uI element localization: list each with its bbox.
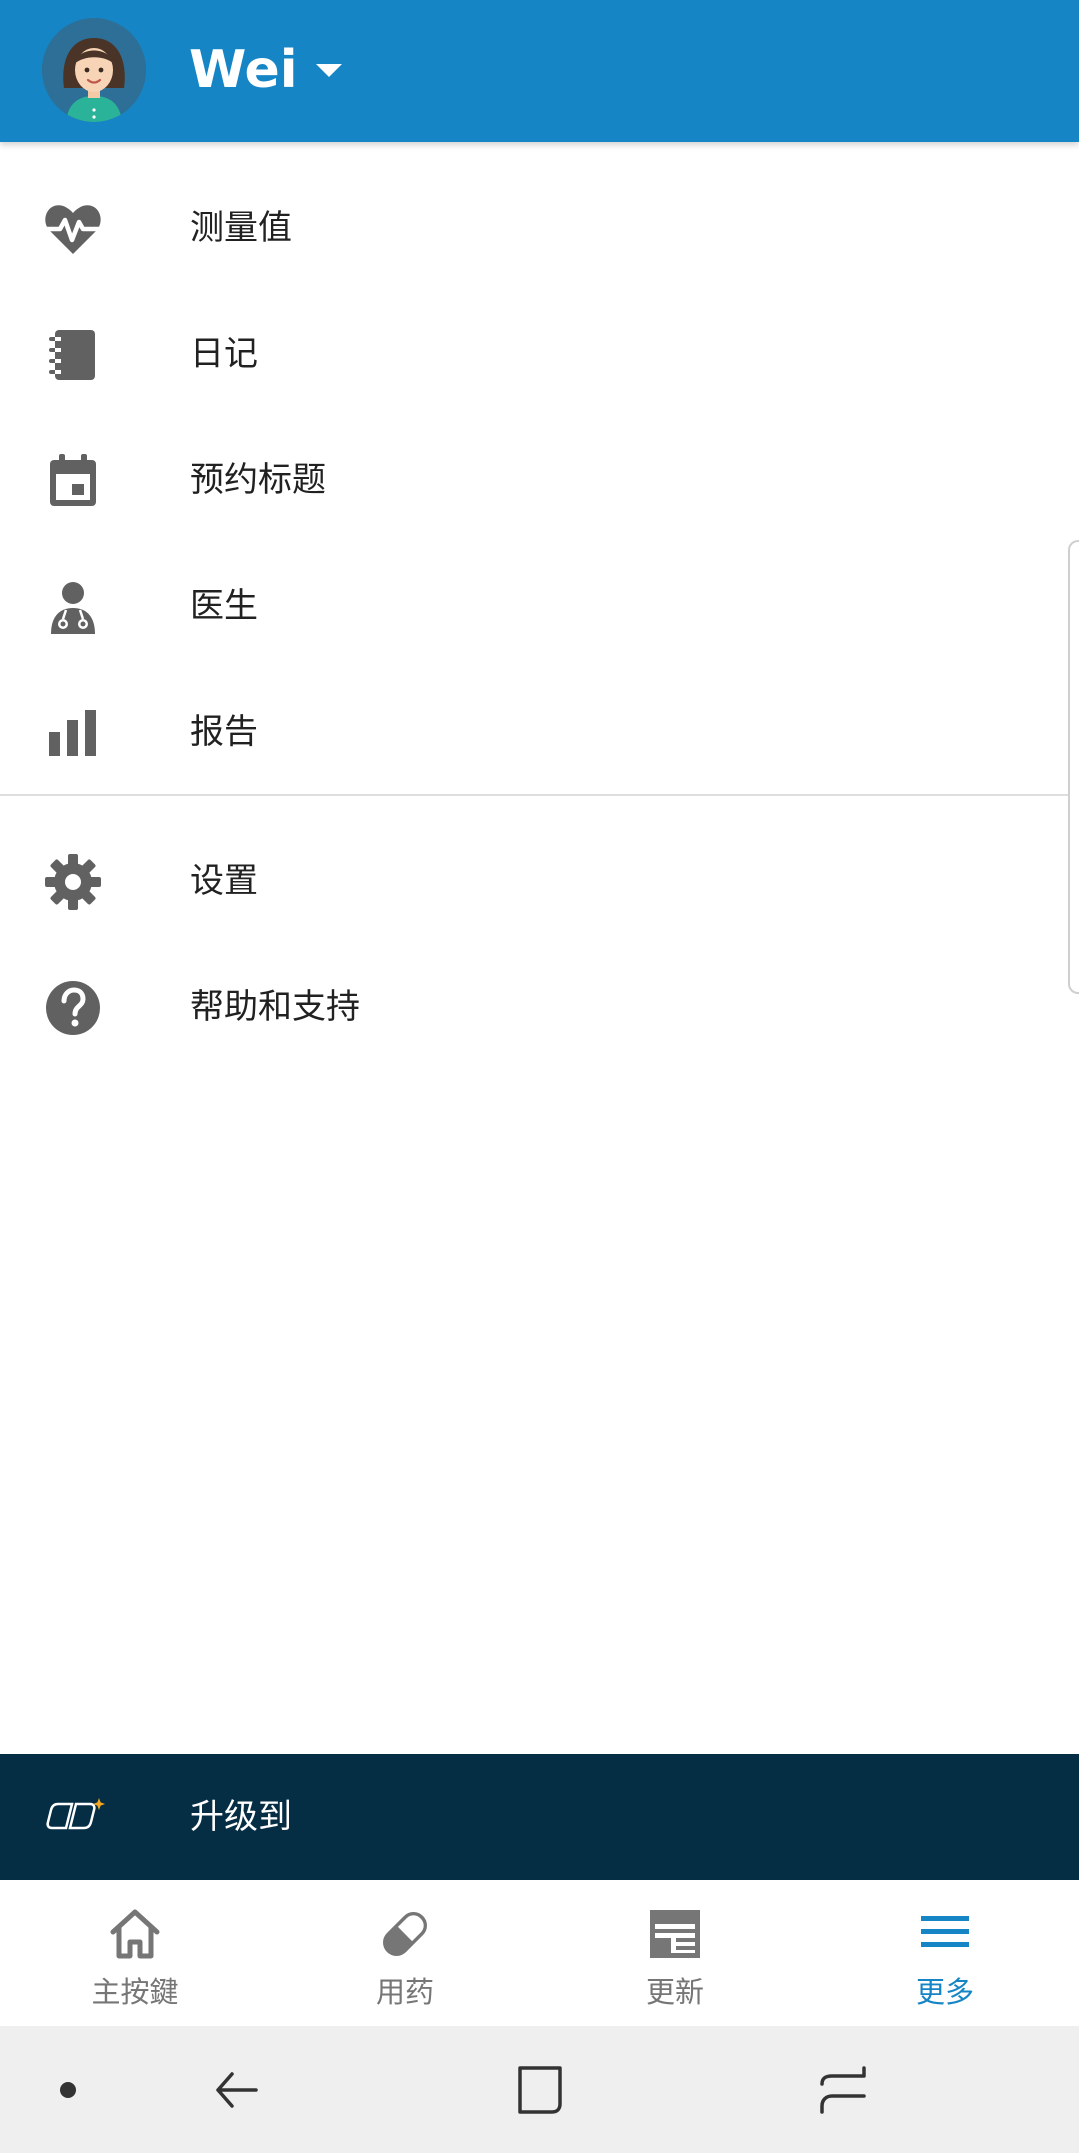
heartbeat-icon <box>42 198 104 260</box>
upgrade-label: 升级到 <box>190 1797 292 1837</box>
notebook-icon <box>42 324 104 386</box>
app-screen: Wei 测量值 日记 预约标题 医生 报告 设置 帮助和支持 升级到 主按鍵 用… <box>0 0 1079 2153</box>
recents-icon[interactable] <box>506 2056 574 2124</box>
premium-logo-icon <box>44 1796 106 1836</box>
pill-icon <box>375 1904 435 1964</box>
profile-name[interactable]: Wei <box>189 36 298 104</box>
menu-item-label: 医生 <box>190 586 258 626</box>
menu-item-label: 测量值 <box>190 208 292 248</box>
bar-chart-icon <box>42 702 104 764</box>
app-header: Wei <box>0 0 1079 142</box>
tab-label: 用药 <box>375 1975 434 2009</box>
avatar-icon[interactable] <box>42 18 146 122</box>
edge-panel-handle[interactable] <box>1068 540 1079 994</box>
menu-item-label: 报告 <box>190 712 258 752</box>
menu-item-doctors[interactable]: 医生 <box>0 543 1079 669</box>
menu-item-help[interactable]: 帮助和支持 <box>0 944 1079 1070</box>
menu-item-label: 设置 <box>190 861 258 901</box>
menu-item-label: 预约标题 <box>190 460 326 500</box>
tab-label: 更多 <box>915 1975 974 2009</box>
tab-updates[interactable]: 更新 <box>540 1880 810 2026</box>
news-icon <box>645 1904 705 1964</box>
dot-icon[interactable] <box>34 2056 102 2124</box>
home-icon <box>105 1904 165 1964</box>
menu-item-measurements[interactable]: 测量值 <box>0 165 1079 291</box>
system-navigation-bar <box>0 2026 1079 2153</box>
gear-icon <box>42 851 104 913</box>
menu-item-label: 日记 <box>190 334 258 374</box>
menu-icon <box>915 1904 975 1964</box>
tab-medication[interactable]: 用药 <box>270 1880 540 2026</box>
menu-divider <box>0 794 1079 796</box>
tab-label: 主按鍵 <box>91 1975 179 2009</box>
tab-home[interactable]: 主按鍵 <box>0 1880 270 2026</box>
menu-item-diary[interactable]: 日记 <box>0 291 1079 417</box>
upgrade-banner[interactable]: 升级到 <box>0 1754 1079 1880</box>
doctor-icon <box>42 576 104 638</box>
menu-item-appointments[interactable]: 预约标题 <box>0 417 1079 543</box>
switch-icon[interactable] <box>808 2056 876 2124</box>
menu-item-label: 帮助和支持 <box>190 987 360 1027</box>
tab-label: 更新 <box>645 1975 704 2009</box>
back-icon[interactable] <box>204 2056 272 2124</box>
caret-down-icon[interactable] <box>304 50 354 90</box>
tab-more[interactable]: 更多 <box>810 1880 1079 2026</box>
menu-item-settings[interactable]: 设置 <box>0 818 1079 944</box>
menu-item-reports[interactable]: 报告 <box>0 669 1079 795</box>
help-icon <box>42 977 104 1039</box>
calendar-icon <box>42 450 104 512</box>
bottom-navigation: 主按鍵 用药 更新 更多 <box>0 1880 1079 2026</box>
